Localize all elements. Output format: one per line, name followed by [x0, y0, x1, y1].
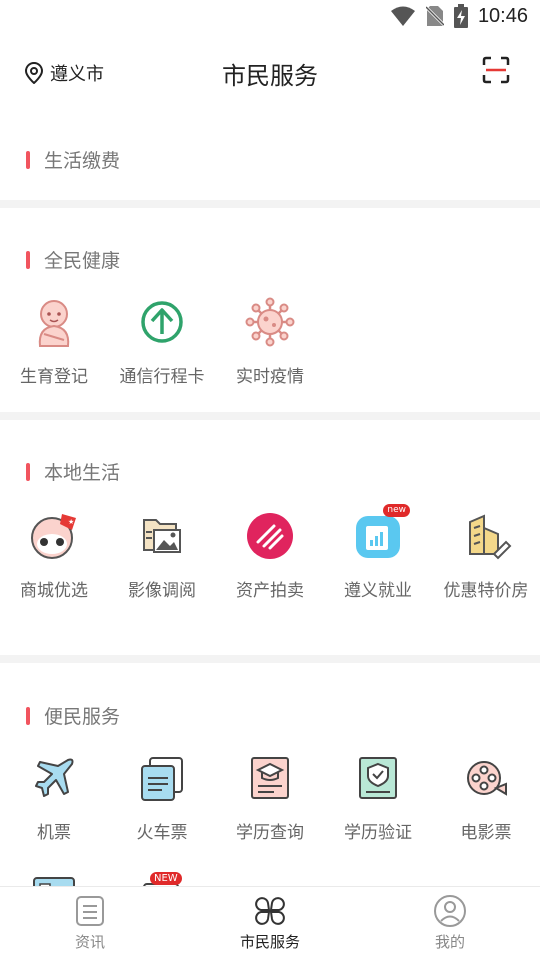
baby-icon [38, 300, 70, 347]
service-label: 电影票 [460, 823, 512, 843]
service-label: 遵义就业 [344, 581, 412, 601]
service-label: 优惠特价房 [443, 581, 529, 601]
service-label: 学历验证 [344, 823, 412, 843]
service-label: 商城优选 [20, 581, 88, 601]
section-title: 本地生活 [44, 462, 121, 484]
news-icon [76, 896, 104, 926]
section-local-life: 本地生活 [26, 458, 120, 485]
battery-charging-icon [453, 4, 468, 28]
airplane-icon [35, 758, 74, 797]
tab-label: 市民服务 [239, 933, 300, 951]
status-bar: 10:46 [0, 0, 540, 36]
service-flight[interactable]: 机票 [0, 752, 108, 843]
new-badge: NEW [150, 872, 182, 885]
section-title: 生活缴费 [44, 150, 121, 172]
divider [0, 655, 540, 663]
tab-profile[interactable]: 我的 [360, 887, 540, 960]
health-grid: 生育登记 通信行程卡 实时疫情 [0, 296, 540, 387]
shield-certificate-icon [359, 757, 397, 799]
local-life-grid: ★ 商城优选 影像调阅 资产拍卖 new 遵义就业 优惠特价房 [0, 504, 540, 601]
service-label: 火车票 [136, 823, 188, 843]
service-asset-auction[interactable]: 资产拍卖 [216, 510, 324, 601]
tab-news[interactable]: 资讯 [0, 887, 180, 960]
section-life-payment: 生活缴费 [26, 146, 120, 173]
section-accent-bar [26, 462, 30, 481]
section-accent-bar [26, 706, 30, 725]
new-badge: new [383, 504, 410, 517]
building-icon [469, 514, 512, 560]
wifi-icon [390, 6, 415, 26]
no-sim-icon [425, 5, 444, 27]
service-discount-housing[interactable]: 优惠特价房 [432, 510, 540, 601]
folder-image-icon [143, 519, 181, 553]
clock: 10:46 [477, 4, 528, 27]
service-label: 资产拍卖 [236, 581, 304, 601]
service-train-ticket[interactable]: 火车票 [108, 752, 216, 843]
section-title: 全民健康 [44, 250, 121, 272]
section-health: 全民健康 [26, 246, 120, 273]
svg-text:★: ★ [68, 518, 74, 526]
train-ticket-icon [141, 757, 183, 801]
scan-icon[interactable] [482, 56, 510, 84]
divider [0, 200, 540, 208]
section-accent-bar [26, 150, 30, 169]
film-reel-icon [467, 761, 507, 796]
header: 遵义市 市民服务 [0, 36, 540, 108]
service-label: 生育登记 [20, 367, 88, 387]
virus-icon [245, 297, 295, 347]
graduation-cap-icon [251, 757, 289, 799]
service-employment[interactable]: new 遵义就业 [324, 504, 432, 601]
convenience-grid: 机票 火车票 学历查询 学历验证 电影票 [0, 752, 540, 843]
service-birth-registration[interactable]: 生育登记 [0, 296, 108, 387]
page-title: 市民服务 [222, 62, 318, 90]
service-label: 实时疫情 [236, 367, 304, 387]
employment-icon-wrap: new [352, 504, 410, 562]
bottom-tab-bar: 资讯 市民服务 我的 [0, 886, 540, 960]
service-label: 通信行程卡 [119, 367, 205, 387]
service-image-retrieval[interactable]: 影像调阅 [108, 510, 216, 601]
service-epidemic[interactable]: 实时疫情 [216, 296, 324, 387]
employment-icon [356, 516, 400, 558]
service-travel-card[interactable]: 通信行程卡 [108, 296, 216, 387]
service-label: 影像调阅 [128, 581, 196, 601]
service-label: 学历查询 [236, 823, 304, 843]
divider [0, 412, 540, 420]
auction-icon [247, 513, 293, 559]
profile-icon [434, 895, 466, 927]
service-mall[interactable]: ★ 商城优选 [0, 510, 108, 601]
section-convenience: 便民服务 [26, 702, 120, 729]
tab-label: 资讯 [74, 933, 105, 951]
service-label: 机票 [37, 823, 71, 843]
tab-label: 我的 [434, 933, 465, 951]
service-movie-ticket[interactable]: 电影票 [432, 752, 540, 843]
tab-citizen-services[interactable]: 市民服务 [180, 887, 360, 960]
section-accent-bar [26, 250, 30, 269]
services-icon [255, 897, 285, 925]
arrow-up-circle-icon [141, 301, 183, 343]
panda-mall-icon: ★ [31, 514, 76, 559]
service-education-query[interactable]: 学历查询 [216, 752, 324, 843]
section-title: 便民服务 [44, 706, 121, 728]
service-education-verify[interactable]: 学历验证 [324, 752, 432, 843]
